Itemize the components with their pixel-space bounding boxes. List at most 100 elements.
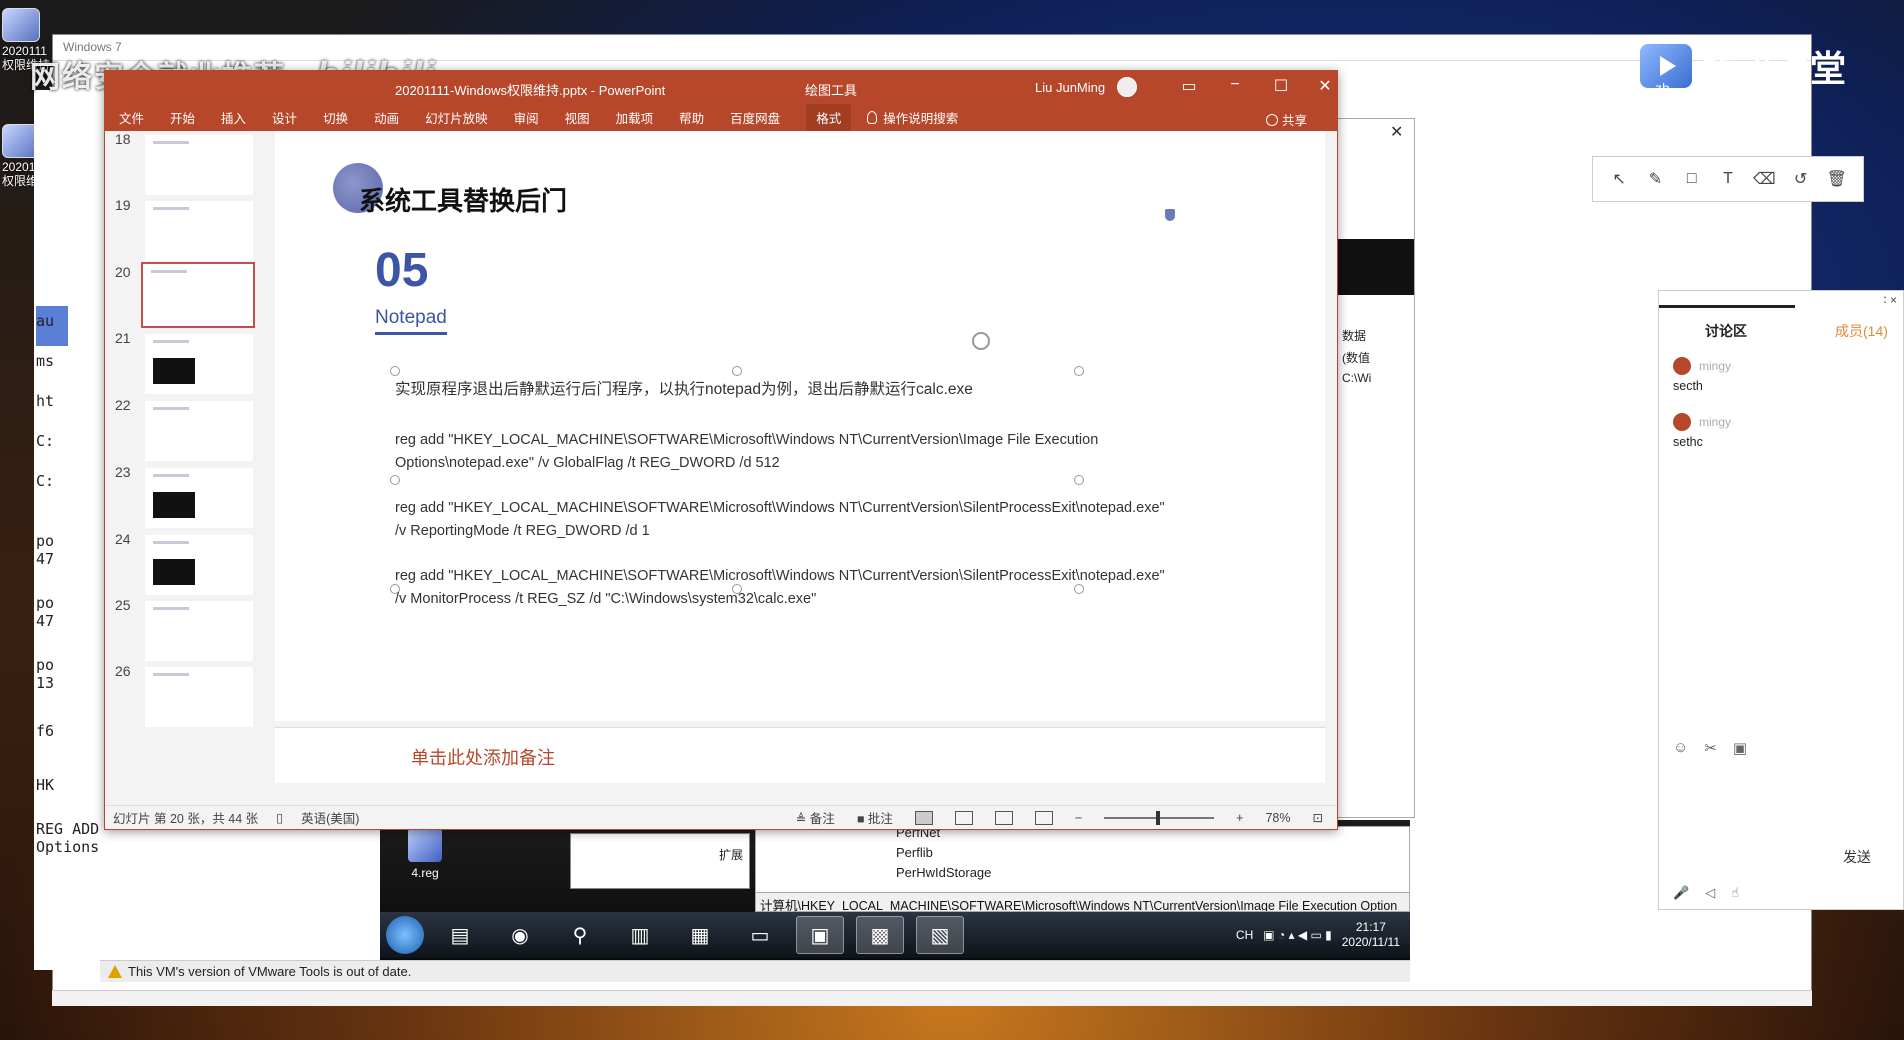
tab-addins[interactable]: 加载项 <box>616 108 654 127</box>
share-button[interactable]: 共享 <box>1265 110 1307 129</box>
maximize-button[interactable]: ☐ <box>1263 76 1299 96</box>
emoji-icon[interactable]: ☺ <box>1673 739 1688 757</box>
slide-thumbnail[interactable]: 26 <box>111 663 271 727</box>
tab-home[interactable]: 开始 <box>170 108 195 127</box>
tab-baidu-netdisk[interactable]: 百度网盘 <box>730 108 780 127</box>
taskbar-firefox-icon[interactable]: ◉ <box>496 916 544 954</box>
close-button[interactable]: ✕ <box>1307 76 1343 96</box>
tab-transitions[interactable]: 切换 <box>323 108 348 127</box>
tray-date: 2020/11/11 <box>1341 935 1400 949</box>
slide-canvas[interactable]: 系统工具替换后门 05 Notepad 实现原程序退出后静默运行后门程序，以执行… <box>275 131 1325 721</box>
discussion-title[interactable]: 讨论区 <box>1705 321 1747 341</box>
panel-controls[interactable]: ∶ × <box>1884 293 1897 307</box>
user-name[interactable]: Liu JunMing <box>1035 80 1105 95</box>
slide-thumbnail[interactable]: 18 <box>111 131 271 195</box>
notes-toggle[interactable]: ≜ 备注 <box>796 808 835 827</box>
language-indicator[interactable]: 英语(美国) <box>301 808 359 827</box>
regedit-key[interactable]: Perflib <box>896 845 933 860</box>
undo-icon[interactable]: ↺ <box>1790 168 1812 190</box>
slide-text-box[interactable]: 实现原程序退出后静默运行后门程序，以执行notepad为例，退出后静默运行cal… <box>395 378 1165 633</box>
slide-command-2: reg add "HKEY_LOCAL_MACHINE\SOFTWARE\Mic… <box>395 497 1165 543</box>
fit-slide-icon[interactable]: ⊡ <box>1313 810 1323 825</box>
start-button[interactable] <box>386 916 424 954</box>
slide-thumbnail[interactable]: 23 <box>111 464 271 528</box>
speaker-icon[interactable]: ◁ <box>1705 885 1715 901</box>
send-button[interactable]: 发送 <box>1843 847 1871 867</box>
comments-toggle[interactable]: ■ 批注 <box>857 808 893 827</box>
taskbar-regedit-icon[interactable]: ▧ <box>916 916 964 954</box>
tab-slideshow[interactable]: 幻灯片放映 <box>425 108 488 127</box>
normal-view-button[interactable] <box>914 810 933 825</box>
slide-thumbnail[interactable]: 24 <box>111 531 271 595</box>
horizontal-scrollbar[interactable] <box>52 990 1812 1006</box>
resize-handle[interactable] <box>1074 366 1084 376</box>
resize-handle[interactable] <box>390 366 400 376</box>
tab-animations[interactable]: 动画 <box>374 108 399 127</box>
tab-help[interactable]: 帮助 <box>679 108 704 127</box>
tab-view[interactable]: 视图 <box>565 108 590 127</box>
command-line: reg add "HKEY_LOCAL_MACHINE\SOFTWARE\Mic… <box>395 500 1165 516</box>
section-number[interactable]: 05 <box>375 243 428 298</box>
zoom-level[interactable]: 78% <box>1265 811 1290 825</box>
slide-thumbnail[interactable]: 25 <box>111 597 271 661</box>
tray-clock[interactable]: 21:17 2020/11/11 <box>1342 920 1400 950</box>
notes-pane[interactable]: 单击此处添加备注 <box>275 727 1325 783</box>
minimize-button[interactable]: − <box>1217 76 1253 94</box>
trash-icon[interactable]: 🗑 <box>1826 168 1848 190</box>
members-count[interactable]: 成员(14) <box>1835 321 1888 341</box>
hand-icon[interactable]: ☝ <box>1731 885 1739 901</box>
tab-insert[interactable]: 插入 <box>221 108 246 127</box>
taskbar-cmd-icon[interactable]: ▭ <box>736 916 784 954</box>
host-clock: zh 11月 11 21 <box>1655 80 1788 100</box>
host-time: 21 <box>1772 80 1789 96</box>
tab-review[interactable]: 审阅 <box>514 108 539 127</box>
close-icon[interactable]: ✕ <box>1390 122 1403 142</box>
zoom-slider-knob[interactable] <box>1156 810 1161 825</box>
guest-file-reg[interactable]: 4.reg <box>400 828 450 880</box>
tell-me-search[interactable]: 操作说明搜索 <box>867 108 958 127</box>
resize-handle[interactable] <box>732 366 742 376</box>
image-icon[interactable]: ▣ <box>1733 739 1747 757</box>
slide-thumbnail[interactable]: 19 <box>111 197 271 261</box>
eraser-icon[interactable]: ⌫ <box>1753 168 1776 190</box>
taskbar-folder-icon[interactable]: ▣ <box>796 916 844 954</box>
thumbnail-image <box>145 135 253 195</box>
taskbar-app-icon[interactable]: ▦ <box>676 916 724 954</box>
taskbar-app-icon[interactable]: ▥ <box>616 916 664 954</box>
ribbon-display-options-icon[interactable]: ▭ <box>1171 76 1207 96</box>
text-icon[interactable]: T <box>1717 168 1739 190</box>
statusbar-right: ≜ 备注 ■ 批注 − + 78% ⊡ <box>796 808 1337 827</box>
taskbar-explorer-icon[interactable]: ▤ <box>436 916 484 954</box>
rotate-handle-icon[interactable] <box>972 332 990 350</box>
vm-tools-warning[interactable]: This VM's version of VMware Tools is out… <box>128 964 411 979</box>
notes-placeholder: 单击此处添加备注 <box>411 748 555 768</box>
slideshow-button[interactable] <box>1034 810 1053 825</box>
tab-file[interactable]: 文件 <box>119 108 144 127</box>
section-subtitle[interactable]: Notepad <box>375 307 447 329</box>
slide-thumbnail[interactable]: 21 <box>111 330 271 394</box>
powerpoint-window: 20201111-Windows权限维持.pptx - PowerPoint 绘… <box>104 70 1338 830</box>
zoom-out-button[interactable]: − <box>1075 811 1082 825</box>
pen-icon[interactable]: ✎ <box>1644 168 1666 190</box>
spellcheck-icon[interactable]: ▯ <box>276 810 283 825</box>
zoom-in-button[interactable]: + <box>1236 811 1243 825</box>
tab-format[interactable]: 格式 <box>806 103 852 131</box>
slide-title[interactable]: 系统工具替换后门 <box>359 181 567 218</box>
slide-sorter-button[interactable] <box>954 810 973 825</box>
tray-lang[interactable]: CH <box>1236 928 1253 942</box>
host-lang[interactable]: zh <box>1655 80 1670 100</box>
taskbar-app-icon[interactable]: ▩ <box>856 916 904 954</box>
shape-icon[interactable]: □ <box>1681 168 1703 190</box>
taskbar-search-icon[interactable]: ⚲ <box>556 916 604 954</box>
microphone-icon[interactable]: 🎤 <box>1673 885 1689 901</box>
expand-button[interactable]: 扩展 <box>719 846 743 863</box>
slide-thumbnail[interactable]: 22 <box>111 397 271 461</box>
regedit-key[interactable]: PerHwIdStorage <box>896 865 991 880</box>
zoom-slider[interactable] <box>1104 810 1215 825</box>
tab-design[interactable]: 设计 <box>272 108 297 127</box>
scissors-icon[interactable]: ✂ <box>1704 739 1717 757</box>
pointer-icon[interactable]: ↖ <box>1608 168 1630 190</box>
avatar[interactable] <box>1117 77 1137 97</box>
slide-thumbnail-selected[interactable]: 20 <box>111 262 271 328</box>
reading-view-button[interactable] <box>994 810 1013 825</box>
